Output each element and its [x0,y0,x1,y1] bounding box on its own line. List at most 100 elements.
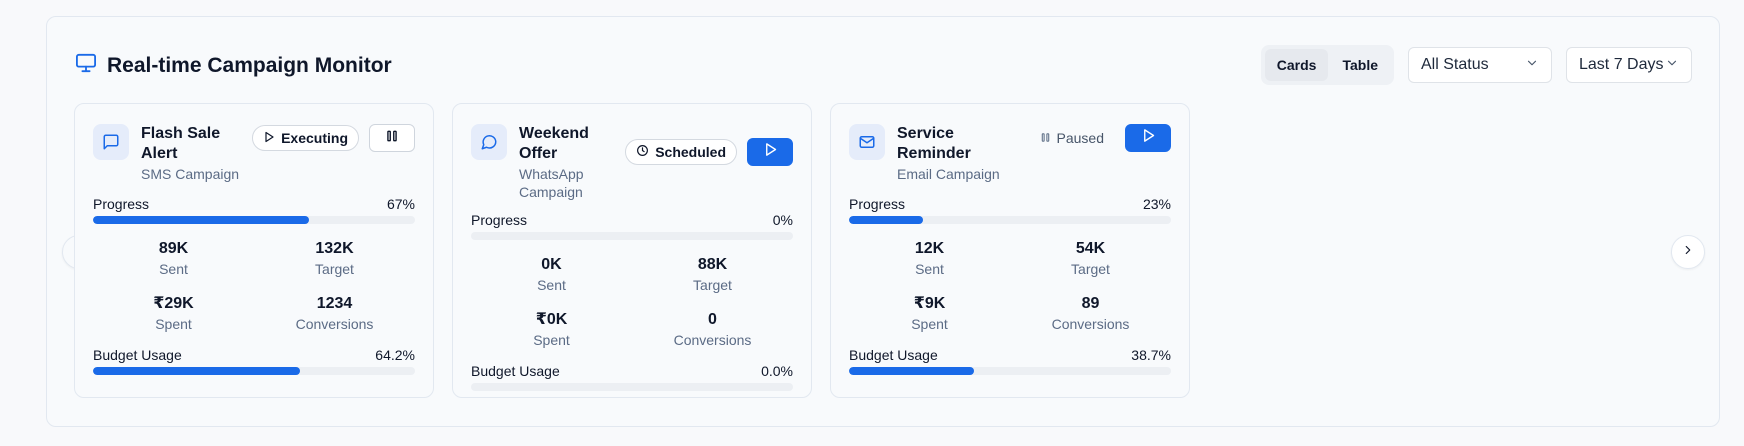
progress-bar-fill [849,216,924,224]
date-range-value: Last 7 Days [1579,56,1664,73]
card-actions: Scheduled [625,138,793,166]
stats-grid: 12K Sent 54K Target ₹9K Spent 89 Conversions [849,238,1171,333]
stat-target: 54K Target [1010,238,1171,278]
stat-target: 132K Target [254,238,415,278]
budget-label: Budget Usage [471,363,560,379]
campaign-card-service-reminder: Service Reminder Email Campaign Paused P… [830,103,1190,398]
campaign-type: Email Campaign [897,166,1000,182]
stat-value: 54K [1075,240,1106,257]
progress-section: Progress 67% [93,196,415,224]
stat-value: 132K [315,240,354,257]
stat-value: 88K [697,256,728,273]
stat-label: Target [693,277,732,293]
view-toggle: Cards Table [1260,45,1394,85]
status-text: Executing [281,130,348,146]
card-identity: Service Reminder Email Campaign [849,124,1029,183]
stat-value: ₹9K [913,295,946,312]
progress-bar [849,216,1171,224]
message-square-icon [93,124,129,160]
budget-section: Budget Usage 38.7% [849,347,1171,375]
stat-sent: 89K Sent [93,238,254,278]
monitor-icon [75,53,97,78]
chevron-right-icon [1681,243,1695,262]
stats-grid: 89K Sent 132K Target ₹29K Spent 1234 Convers… [93,238,415,333]
stat-label: Spent [911,316,948,332]
page-title: Real-time Campaign Monitor [107,53,392,77]
card-header: Flash Sale Alert SMS Campaign Executing [93,124,415,196]
status-badge: Paused [1029,125,1115,151]
card-actions: Executing [252,124,415,152]
budget-value: 38.7% [1131,347,1171,363]
budget-value: 64.2% [375,347,415,363]
card-header: Weekend Offer WhatsApp Campaign Schedule… [471,124,793,212]
cards-view-button[interactable]: Cards [1264,49,1329,81]
budget-label: Budget Usage [93,347,182,363]
stat-spent: ₹9K Spent [849,293,1010,333]
progress-value: 67% [386,196,415,212]
budget-section: Budget Usage 64.2% [93,347,415,375]
campaign-name: Service Reminder [897,125,971,162]
progress-bar [471,232,793,240]
clock-icon [636,144,649,160]
date-range-select[interactable]: Last 7 Days [1566,47,1692,83]
pause-icon [1040,130,1051,146]
stat-value: 89K [158,240,189,257]
card-identity: Weekend Offer WhatsApp Campaign [471,124,625,201]
play-button[interactable] [747,138,793,166]
stat-spent: ₹0K Spent [471,309,632,349]
stat-label: Spent [533,332,570,348]
play-button[interactable] [1125,124,1171,152]
chevron-down-icon [1525,56,1539,75]
stat-value: 89 [1081,295,1100,312]
campaign-name: Weekend Offer [519,125,589,162]
play-icon [763,142,778,162]
message-circle-icon [471,124,507,160]
campaign-card-weekend-offer: Weekend Offer WhatsApp Campaign Schedule… [452,103,812,398]
budget-value: 0.0% [761,363,793,379]
stat-target: 88K Target [632,254,793,294]
table-view-button[interactable]: Table [1330,49,1390,81]
pause-button[interactable] [369,124,415,152]
budget-bar-fill [849,367,974,375]
progress-label: Progress [471,212,528,228]
stat-label: Sent [537,277,566,293]
stat-conversions: 1234 Conversions [254,293,415,333]
progress-label: Progress [93,196,150,212]
status-text: Paused [1056,130,1104,146]
mail-icon [849,124,885,160]
pause-icon [385,129,399,148]
stat-label: Conversions [295,316,374,332]
campaign-card-flash-sale: Flash Sale Alert SMS Campaign Executing [74,103,434,398]
campaign-name: Flash Sale Alert [141,125,221,162]
budget-bar [471,383,793,391]
budget-bar-fill [93,367,300,375]
budget-bar [849,367,1171,375]
stats-grid: 0K Sent 88K Target ₹0K Spent 0 Conversions [471,254,793,349]
status-text: Scheduled [655,144,726,160]
stat-label: Target [1071,261,1110,277]
status-badge: Executing [252,125,359,151]
campaign-monitor-panel: Real-time Campaign Monitor Cards Table A… [46,16,1720,427]
card-identity: Flash Sale Alert SMS Campaign [93,124,252,183]
progress-bar [93,216,415,224]
panel-header: Real-time Campaign Monitor [75,53,392,78]
status-badge: Scheduled [625,139,737,165]
progress-value: 23% [1142,196,1171,212]
stat-value: 1234 [316,295,353,312]
stat-spent: ₹29K Spent [93,293,254,333]
campaign-type: SMS Campaign [141,166,240,182]
chevron-down-icon [1665,56,1679,75]
stat-label: Spent [155,316,192,332]
stat-value: 0K [541,256,562,273]
budget-label: Budget Usage [849,347,938,363]
stat-label: Target [315,261,354,277]
stat-value: ₹29K [153,295,194,312]
stat-conversions: 0 Conversions [632,309,793,349]
progress-label: Progress [849,196,906,212]
carousel-next-button[interactable] [1671,235,1705,269]
header-controls: Cards Table All Status Last 7 Days [1260,45,1692,85]
status-filter-select[interactable]: All Status [1408,47,1552,83]
stat-label: Sent [159,261,188,277]
stat-value: 0 [708,311,717,328]
stat-value: ₹0K [535,311,568,328]
